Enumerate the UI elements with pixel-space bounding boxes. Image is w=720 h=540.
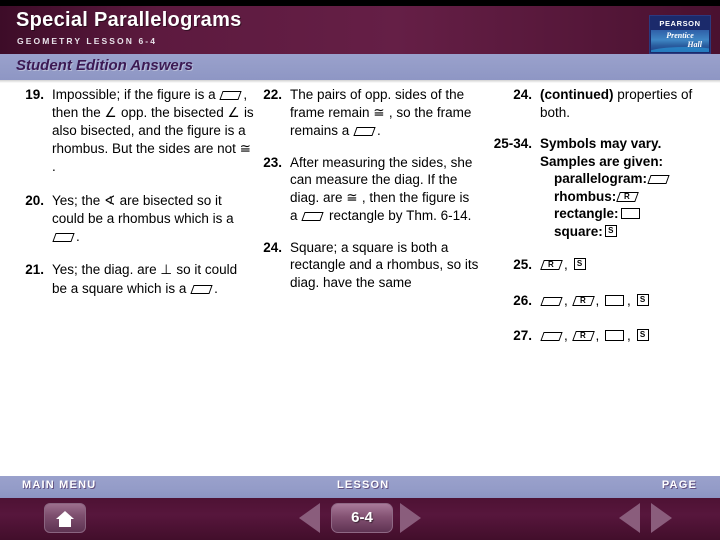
answer-text: Impossible; if the figure is a , then th… — [52, 87, 254, 174]
square-symbol: S — [636, 329, 649, 341]
answer-text: The pairs of opp. sides of the frame rem… — [290, 87, 472, 138]
pearson-wordmark: PEARSON — [651, 17, 709, 30]
parallelogram-symbol — [219, 91, 242, 100]
answer-column-1: 19. Impossible; if the figure is a , then… — [14, 86, 254, 307]
answer-number: 20. — [25, 192, 44, 208]
answer-item: 20. Yes; the ∢ are bisected so it could b… — [14, 192, 254, 246]
square-symbol: S — [604, 224, 617, 237]
prentice-hall-mark: Prentice Hall — [651, 30, 709, 52]
answer-number: 27. — [513, 328, 532, 343]
main-menu-label: MAIN MENU — [22, 479, 97, 491]
parallelogram-symbol — [540, 332, 563, 341]
answer-item: 21. Yes; the diag. are ⊥ so it could be a… — [14, 261, 254, 297]
answer-text: Square; a square is both a rectangle and… — [290, 239, 479, 290]
answer-number: 23. — [263, 154, 282, 170]
answer-item: 25. R, S — [488, 256, 718, 274]
student-edition-band: Student Edition Answers — [0, 54, 720, 80]
page-title: Special Parallelograms — [16, 9, 242, 31]
page-prev-button[interactable] — [619, 503, 640, 533]
answer-text: , R, , S — [540, 327, 718, 345]
prentice-word: Prentice — [666, 31, 694, 40]
home-icon — [56, 511, 74, 519]
symbol-key-label: parallelogram: — [554, 171, 648, 186]
symbol-key-label: square: — [554, 223, 603, 239]
page-header: Special Parallelograms GEOMETRY LESSON 6… — [0, 6, 720, 54]
parallelogram-symbol — [647, 175, 670, 184]
footer-nav-bar: 6-4 — [0, 498, 720, 540]
answer-text: R, S — [540, 256, 718, 274]
angle-symbol: ∠ — [104, 104, 121, 121]
perpendicular-symbol: ⊥ — [160, 262, 177, 278]
congruent-symbol: ≅ — [239, 140, 251, 157]
parallelogram-symbol — [353, 127, 376, 136]
lesson-prev-button[interactable] — [299, 503, 320, 533]
answer-text: Yes; the diag. are ⊥ so it could be a sq… — [52, 262, 238, 296]
symbol-key-row: square: S — [554, 223, 718, 241]
answer-number: 26. — [513, 292, 532, 308]
square-symbol: S — [573, 258, 586, 270]
page-label: PAGE — [661, 479, 697, 491]
answer-item: 19. Impossible; if the figure is a , then… — [14, 86, 254, 176]
symbol-key-row: parallelogram: — [554, 170, 718, 188]
rectangle-symbol — [605, 330, 625, 341]
answer-text: Symbols may vary. Samples are given: — [540, 136, 664, 169]
answer-item: 24. (continued) properties of both. — [488, 86, 718, 121]
pearson-prentice-hall-logo: PEARSON Prentice Hall — [649, 15, 711, 54]
answer-number: 24. — [513, 87, 532, 102]
rhombus-symbol: R — [540, 260, 563, 270]
lesson-subtitle: GEOMETRY LESSON 6-4 — [17, 36, 158, 46]
answer-number: 21. — [25, 262, 44, 277]
answer-number: 19. — [25, 87, 44, 102]
band-drop-shadow — [0, 80, 720, 83]
answer-text: After measuring the sides, she can measu… — [290, 154, 473, 224]
parallelogram-symbol — [301, 212, 324, 221]
symbol-key-row: rectangle: — [554, 205, 718, 223]
student-edition-answers-label: Student Edition Answers — [16, 57, 193, 74]
answer-number: 22. — [263, 87, 282, 102]
answer-column-2: 22. The pairs of opp. sides of the frame … — [252, 86, 480, 301]
square-symbol: S — [636, 293, 649, 306]
answer-number: 25. — [513, 257, 532, 272]
lesson-next-button[interactable] — [400, 503, 421, 533]
answer-text: (continued) properties of both. — [540, 87, 693, 120]
answer-item: 23. After measuring the sides, she can me… — [252, 154, 480, 225]
congruent-symbol: ≅ — [373, 104, 389, 121]
answer-number: 24. — [263, 239, 282, 255]
answer-item: 26. , R, , S — [488, 292, 718, 310]
parallelogram-symbol — [190, 284, 213, 294]
footer-label-bar: MAIN MENU LESSON PAGE — [0, 476, 720, 498]
symbol-key-row: rhombus: R — [554, 188, 718, 206]
answer-column-3: 24. (continued) properties of both. 25-34.… — [488, 86, 718, 355]
symbol-key-label: rectangle: — [554, 206, 619, 221]
symbol-key-list: parallelogram: rhombus: Rrectangle: square:… — [554, 170, 718, 240]
rhombus-symbol: R — [571, 295, 595, 306]
answer-text: Yes; the ∢ are bisected so it could be a… — [52, 192, 234, 244]
angles-symbol: ∢ — [104, 192, 120, 209]
answers-content: 19. Impossible; if the figure is a , then… — [0, 86, 720, 476]
rectangle-symbol — [605, 294, 625, 306]
answer-item: 25-34. Symbols may vary. Samples are give… — [488, 135, 718, 240]
answer-item: 22. The pairs of opp. sides of the frame … — [252, 86, 480, 140]
home-icon-body — [59, 519, 71, 527]
lesson-number-button[interactable]: 6-4 — [331, 503, 393, 533]
parallelogram-symbol — [52, 232, 75, 242]
rhombus-symbol: R — [571, 331, 595, 341]
answer-number: 25-34. — [493, 136, 532, 151]
answer-item: 27. , R, , S — [488, 327, 718, 345]
congruent-symbol: ≅ — [346, 189, 362, 206]
answer-text: , R, , S — [540, 292, 718, 310]
hall-word: Hall — [687, 40, 702, 49]
angle-symbol: ∠ — [227, 104, 244, 121]
symbol-key-label: rhombus: — [554, 188, 617, 204]
page-next-button[interactable] — [651, 503, 672, 533]
answer-item: 24. Square; a square is both a rectangle … — [252, 239, 480, 292]
rectangle-symbol — [620, 208, 640, 219]
answer-continued-label: (continued) — [540, 87, 618, 102]
lesson-label: LESSON — [337, 479, 390, 491]
rhombus-symbol: R — [616, 191, 640, 202]
parallelogram-symbol — [540, 296, 563, 306]
main-menu-button[interactable] — [44, 503, 86, 533]
